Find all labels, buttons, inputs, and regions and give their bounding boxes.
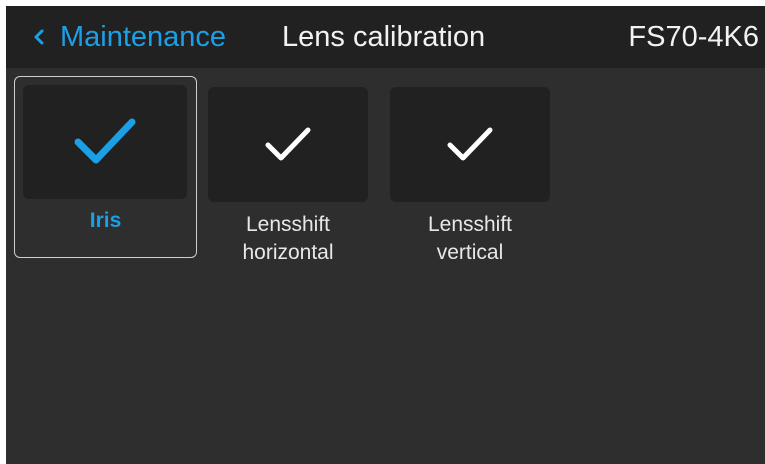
tile-lensshift-vertical-label-line2: vertical (436, 241, 504, 264)
device-name: FS70-4K6 (628, 21, 759, 53)
tile-lensshift-vertical-icon-box (390, 87, 550, 202)
chevron-left-icon (34, 29, 44, 45)
tile-lensshift-horizontal[interactable]: Lensshift horizontal (208, 87, 368, 272)
tile-lensshift-horizontal-label-line1: Lensshift (245, 213, 331, 236)
tile-lensshift-vertical-label-line1: Lensshift (427, 213, 513, 236)
screen: Maintenance Lens calibration FS70-4K6 Ir… (6, 6, 765, 464)
tile-lensshift-vertical[interactable]: Lensshift vertical (390, 87, 550, 272)
tile-lensshift-horizontal-icon-box (208, 87, 368, 202)
checkmark-icon (74, 118, 136, 164)
back-label: Maintenance (60, 20, 227, 53)
tile-lensshift-horizontal-label-line2: horizontal (242, 241, 334, 264)
header-bar: Maintenance Lens calibration FS70-4K6 (6, 6, 765, 68)
back-button[interactable]: Maintenance (28, 6, 226, 68)
checkmark-icon (265, 127, 311, 160)
page-title: Lens calibration (282, 21, 486, 53)
tile-iris-label: Iris (89, 209, 122, 232)
checkmark-icon (447, 127, 493, 160)
tile-iris-icon-box (23, 85, 187, 199)
tile-iris[interactable]: Iris (14, 76, 197, 258)
